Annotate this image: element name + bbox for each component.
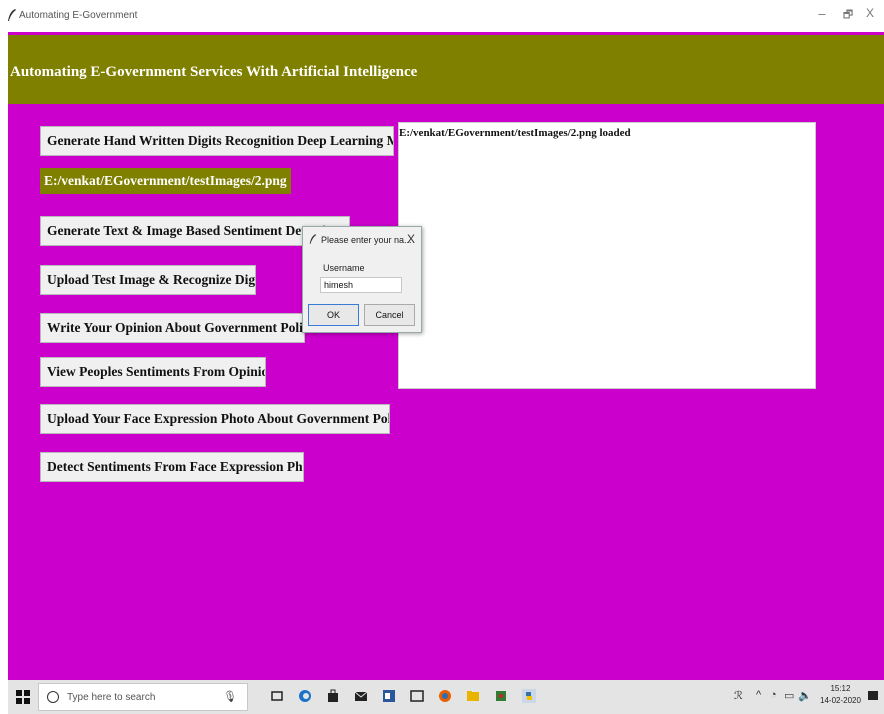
feather-icon (309, 234, 317, 244)
close-button[interactable]: X (860, 6, 880, 20)
output-line: E:/venkat/EGovernment/testImages/2.png l… (399, 127, 631, 139)
ok-button[interactable]: OK (308, 304, 359, 326)
minimize-button[interactable]: – (812, 6, 832, 21)
header-banner: Automating E-Government Services With Ar… (8, 32, 884, 104)
app-icon[interactable] (494, 689, 508, 703)
file-explorer-icon[interactable] (466, 689, 480, 703)
write-opinion-button[interactable]: Write Your Opinion About Government Poli… (40, 313, 305, 343)
python-icon[interactable] (522, 689, 536, 703)
edge-icon[interactable] (298, 689, 312, 703)
dialog-title: Please enter your na... (321, 235, 412, 245)
mail-icon[interactable] (354, 689, 368, 703)
microphone-icon[interactable]: 🎙 (223, 690, 237, 703)
username-dialog: Please enter your na... X Username himes… (302, 226, 422, 333)
people-icon[interactable]: ℛ (734, 689, 743, 702)
battery-icon[interactable]: ▭ (784, 689, 794, 702)
clock-date: 14-02-2020 (820, 696, 861, 705)
network-icon[interactable]: ◔ (770, 689, 777, 701)
store-icon[interactable] (326, 689, 340, 703)
username-label: Username (323, 263, 365, 273)
view-sentiments-button[interactable]: View Peoples Sentiments From Opinions (40, 357, 266, 387)
detect-face-sentiment-button[interactable]: Detect Sentiments From Face Expression P… (40, 452, 304, 482)
window-title: Automating E-Government (19, 10, 138, 21)
upload-test-image-button[interactable]: Upload Test Image & Recognize Digit (40, 265, 256, 295)
cancel-button[interactable]: Cancel (364, 304, 415, 326)
chevron-up-icon[interactable]: ^ (756, 689, 761, 701)
taskbar-clock[interactable]: 15:12 14-02-2020 (820, 683, 861, 707)
firefox-icon[interactable] (438, 689, 452, 703)
task-view-icon[interactable] (270, 689, 284, 703)
maximize-button[interactable]: 🗗 (838, 6, 858, 25)
app-window: Automating E-Government Services With Ar… (8, 32, 884, 680)
dialog-close-button[interactable]: X (407, 232, 415, 246)
search-icon (47, 691, 59, 703)
generate-digits-model-button[interactable]: Generate Hand Written Digits Recognition… (40, 126, 394, 156)
word-icon[interactable] (382, 689, 396, 703)
clock-time: 15:12 (830, 684, 851, 693)
window-titlebar: Automating E-Government – 🗗 X (0, 0, 884, 32)
loaded-path-label: E:/venkat/EGovernment/testImages/2.png (40, 168, 291, 194)
taskbar: Type here to search 🎙 ℛ ^ ◔ ▭ 🔈 15:12 14… (8, 680, 884, 714)
output-text-area[interactable]: E:/venkat/EGovernment/testImages/2.png l… (398, 122, 816, 389)
header-title: Automating E-Government Services With Ar… (10, 64, 418, 80)
taskbar-search[interactable]: Type here to search 🎙 (38, 683, 248, 711)
username-input[interactable]: himesh (320, 277, 402, 293)
notification-icon[interactable] (866, 689, 880, 703)
volume-icon[interactable]: 🔈 (798, 689, 812, 702)
feather-icon (8, 9, 16, 21)
upload-face-photo-button[interactable]: Upload Your Face Expression Photo About … (40, 404, 390, 434)
terminal-icon[interactable] (410, 689, 424, 703)
search-placeholder: Type here to search (67, 692, 156, 703)
windows-icon[interactable] (16, 690, 30, 704)
